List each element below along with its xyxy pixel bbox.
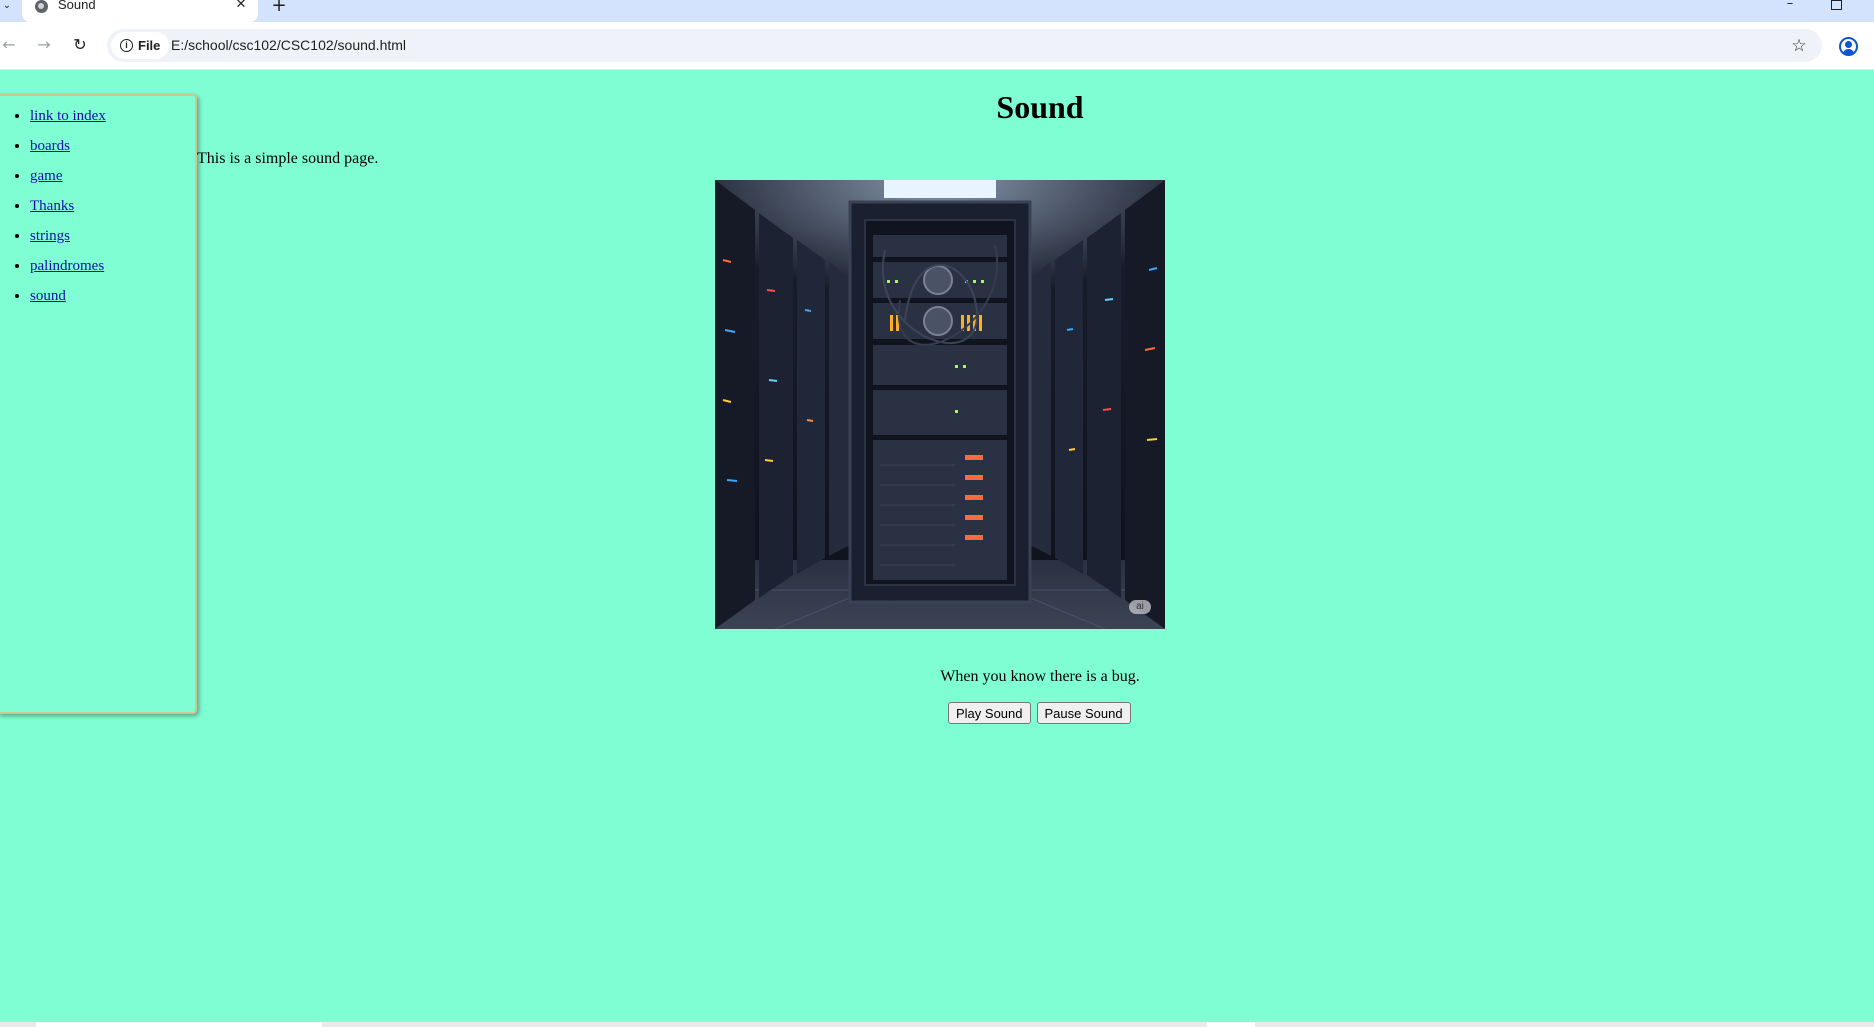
nav-item-palindromes: palindromes [30, 256, 195, 286]
bottom-scroll-strip [0, 1022, 1874, 1027]
link-game[interactable]: game [30, 168, 62, 184]
reload-icon[interactable]: ↻ [69, 34, 91, 56]
tab-search-chevron-icon[interactable]: ⌄ [0, 0, 14, 14]
intro-text: This is a simple sound page. [197, 150, 379, 167]
globe-icon [35, 0, 48, 13]
browser-toolbar: ← → ↻ i File E:/school/csc102/CSC102/sou… [0, 22, 1874, 70]
page-title: Sound [996, 89, 1084, 125]
nav-item-sound: sound [30, 286, 195, 316]
nav-item-boards: boards [30, 136, 195, 166]
ai-badge: ai [1129, 600, 1151, 614]
nav-item-thanks: Thanks [30, 196, 195, 226]
info-icon: i [120, 39, 133, 52]
back-arrow-icon[interactable]: ← [0, 34, 20, 56]
url-text[interactable]: E:/school/csc102/CSC102/sound.html [171, 37, 406, 53]
site-info-label: File [138, 38, 161, 53]
play-sound-button[interactable]: Play Sound [948, 702, 1031, 724]
bookmark-star-icon[interactable]: ☆ [1788, 35, 1810, 57]
nav-item-game: game [30, 166, 195, 196]
address-bar[interactable]: i File E:/school/csc102/CSC102/sound.htm… [107, 29, 1822, 62]
minimize-icon[interactable]: – [1783, 0, 1797, 11]
profile-icon[interactable] [1839, 37, 1858, 56]
link-palindromes[interactable]: palindromes [30, 258, 104, 274]
sidebar-nav: link to index boards game Thanks strings… [0, 94, 197, 714]
link-boards[interactable]: boards [30, 138, 70, 154]
tab-bar: ⌄ Sound ✕ + – [0, 0, 1874, 22]
restore-icon[interactable] [1831, 0, 1842, 10]
site-info-chip[interactable]: i File [111, 32, 169, 59]
tab-close-icon[interactable]: ✕ [234, 0, 248, 12]
new-tab-plus-icon[interactable]: + [270, 0, 288, 15]
nav-item-strings: strings [30, 226, 195, 256]
bottom-strip-segment [36, 1022, 322, 1027]
link-thanks[interactable]: Thanks [30, 198, 74, 214]
bottom-strip-segment [1207, 1022, 1255, 1027]
tab-sound[interactable]: Sound ✕ [22, 0, 258, 22]
server-rack-image: ai [715, 180, 1165, 629]
link-strings[interactable]: strings [30, 228, 70, 244]
forward-arrow-icon[interactable]: → [33, 34, 55, 56]
sound-controls: Play Sound Pause Sound [948, 702, 1133, 724]
image-caption: When you know there is a bug. [940, 668, 1140, 685]
link-sound[interactable]: sound [30, 288, 66, 304]
pause-sound-button[interactable]: Pause Sound [1036, 702, 1131, 724]
tab-title: Sound [58, 0, 96, 12]
nav-list: link to index boards game Thanks strings… [0, 106, 195, 316]
